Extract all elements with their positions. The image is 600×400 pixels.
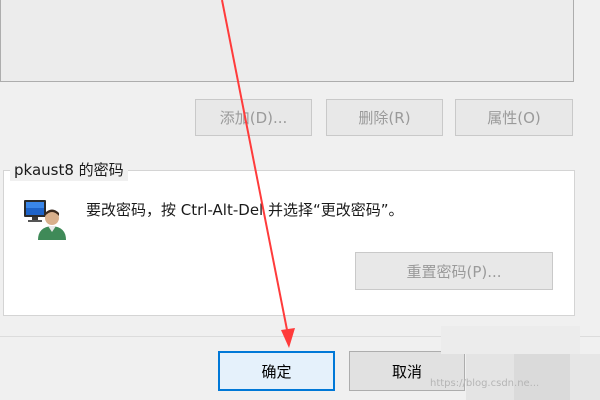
blurred-region [441, 326, 580, 354]
watermark-text: https://blog.csdn.ne... [430, 378, 540, 389]
reset-password-button[interactable]: 重置密码(P)... [355, 252, 553, 290]
change-password-instruction: 要改密码，按 Ctrl-Alt-Del 并选择“更改密码”。 [86, 201, 404, 219]
add-button[interactable]: 添加(D)... [195, 99, 312, 136]
user-list-box[interactable] [0, 0, 574, 82]
password-group-title: pkaust8 的密码 [10, 159, 128, 181]
blurred-region [466, 354, 514, 400]
blurred-region [514, 354, 570, 400]
ok-button[interactable]: 确定 [218, 351, 335, 391]
password-groupbox [3, 170, 575, 316]
blurred-region [570, 354, 600, 400]
properties-button[interactable]: 属性(O) [455, 99, 573, 136]
delete-button[interactable]: 删除(R) [326, 99, 443, 136]
user-computer-icon [22, 196, 68, 242]
